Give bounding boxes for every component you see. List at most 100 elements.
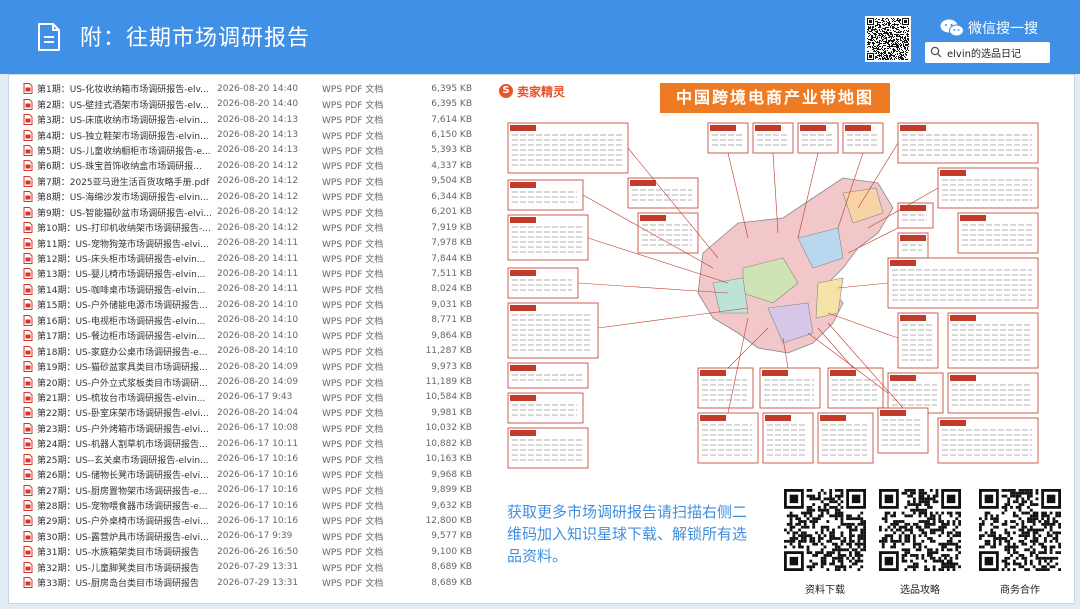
- file-row[interactable]: 第10期：US-打印机收纳架市场调研报告-... 2026-08-20 14:12…: [23, 220, 473, 235]
- file-row[interactable]: 第32期：US-儿童脚凳类目市场调研报告 2026-07-29 13:31 WPS …: [23, 560, 473, 575]
- file-name: 第18期：US-家庭办公桌市场调研报告-e...: [37, 347, 208, 358]
- file-name: 第29期：US-户外桌椅市场调研报告-elvi...: [37, 517, 209, 528]
- pdf-file-icon: [23, 515, 33, 527]
- pdf-file-icon: [23, 330, 33, 342]
- pdf-file-icon: [23, 469, 33, 481]
- file-row[interactable]: 第22期：US-卧室床架市场调研报告-elvi... 2026-08-20 14:…: [23, 405, 473, 420]
- file-type: WPS PDF 文档: [322, 579, 384, 590]
- qr-caption-download: 资料下载: [805, 585, 845, 596]
- file-row[interactable]: 第21期：US-梳妆台市场调研报告-elvin... 2026-06-17 9:4…: [23, 390, 473, 405]
- file-row[interactable]: 第7期：2025亚马逊生活百货攻略手册.pdf 2026-08-20 14:12 W…: [23, 174, 473, 189]
- file-date: 2026-08-20 14:09: [217, 377, 299, 388]
- file-date: 2026-08-20 14:10: [217, 346, 299, 357]
- file-size: 8,771 KB: [431, 315, 472, 326]
- file-row[interactable]: 第13期：US-婴儿椅市场调研报告-elvin... 2026-08-20 14:…: [23, 266, 473, 281]
- pdf-file-icon: [23, 114, 33, 126]
- file-size: 8,024 KB: [431, 284, 472, 295]
- file-row[interactable]: 第1期：US-化妆收纳箱市场调研报告-elv... 2026-08-20 14:4…: [23, 81, 473, 96]
- file-row[interactable]: 第9期：US-智能猫砂盆市场调研报告-elvi... 2026-08-20 14:…: [23, 205, 473, 220]
- file-size: 9,968 KB: [431, 469, 472, 480]
- pdf-file-icon: [23, 577, 33, 589]
- pdf-file-icon: [23, 222, 33, 234]
- file-name: 第6期：US-珠宝首饰收纳盒市场调研报...: [37, 162, 202, 173]
- file-row[interactable]: 第3期：US-床底收纳市场调研报告-elvin... 2026-08-20 14:…: [23, 112, 473, 127]
- pdf-file-icon: [23, 299, 33, 311]
- file-row[interactable]: 第5期：US-儿童收纳橱柜市场调研报告-e... 2026-08-20 14:13…: [23, 143, 473, 158]
- file-type: WPS PDF 文档: [322, 285, 384, 296]
- wechat-search-box[interactable]: elvin的选品日记: [925, 42, 1050, 63]
- file-type: WPS PDF 文档: [322, 424, 384, 435]
- file-row[interactable]: 第17期：US-餐边柜市场调研报告-elvin... 2026-08-20 14:…: [23, 328, 473, 343]
- search-query: elvin的选品日记: [947, 49, 1021, 60]
- file-size: 8,689 KB: [431, 577, 472, 588]
- file-type: WPS PDF 文档: [322, 363, 384, 374]
- pdf-file-icon: [23, 129, 33, 141]
- qr-code-guide[interactable]: [879, 489, 961, 571]
- file-row[interactable]: 第31期：US-水族箱架类目市场调研报告 2026-06-26 16:50 WPS …: [23, 544, 473, 559]
- pdf-file-icon: [23, 98, 33, 110]
- file-row[interactable]: 第24期：US-机器人割草机市场调研报告... 2026-06-17 10:11 W…: [23, 436, 473, 451]
- file-date: 2026-07-29 13:31: [217, 562, 299, 573]
- qr-code-download[interactable]: [784, 489, 866, 571]
- file-type: WPS PDF 文档: [322, 239, 384, 250]
- file-row[interactable]: 第15期：US-户外储能电源市场调研报告... 2026-08-20 14:10 W…: [23, 297, 473, 312]
- file-row[interactable]: 第4期：US-独立鞋架市场调研报告-elvin... 2026-08-20 14:…: [23, 127, 473, 142]
- file-name: 第5期：US-儿童收纳橱柜市场调研报告-e...: [37, 146, 211, 157]
- file-row[interactable]: 第19期：US-猫砂盆家具类目市场调研报... 2026-08-20 14:09 W…: [23, 359, 473, 374]
- file-row[interactable]: 第26期：US-储物长凳市场调研报告-elvi... 2026-06-17 10:…: [23, 467, 473, 482]
- file-row[interactable]: 第16期：US-电视柜市场调研报告-elvin... 2026-08-20 14:…: [23, 313, 473, 328]
- file-type: WPS PDF 文档: [322, 208, 384, 219]
- pdf-file-icon: [23, 206, 33, 218]
- file-size: 6,150 KB: [431, 130, 472, 141]
- file-row[interactable]: 第6期：US-珠宝首饰收纳盒市场调研报... 2026-08-20 14:12 WP…: [23, 158, 473, 173]
- file-type: WPS PDF 文档: [322, 393, 384, 404]
- file-type: WPS PDF 文档: [322, 85, 384, 96]
- file-name: 第24期：US-机器人割草机市场调研报告...: [37, 440, 208, 451]
- map-title: 中国跨境电商产业带地图: [660, 83, 890, 113]
- pdf-file-icon: [23, 268, 33, 280]
- file-row[interactable]: 第33期：US-厨房岛台类目市场调研报告 2026-07-29 13:31 WPS …: [23, 575, 473, 590]
- file-type: WPS PDF 文档: [322, 162, 384, 173]
- qr-caption-guide: 选品攻略: [900, 585, 940, 596]
- file-name: 第15期：US-户外储能电源市场调研报告...: [37, 301, 208, 312]
- pdf-file-icon: [23, 160, 33, 172]
- file-name: 第22期：US-卧室床架市场调研报告-elvi...: [37, 409, 209, 420]
- qr-code-business[interactable]: [979, 489, 1061, 571]
- file-row[interactable]: 第14期：US-咖啡桌市场调研报告-elvin... 2026-08-20 14:…: [23, 282, 473, 297]
- file-size: 9,632 KB: [431, 500, 472, 511]
- header-qr-code[interactable]: [865, 16, 911, 62]
- brand-mark-icon: S: [499, 84, 513, 98]
- file-size: 9,981 KB: [431, 407, 472, 418]
- file-row[interactable]: 第23期：US-户外烤箱市场调研报告-elvi... 2026-06-17 10:…: [23, 421, 473, 436]
- file-date: 2026-06-17 10:16: [217, 500, 299, 511]
- file-type: WPS PDF 文档: [322, 532, 384, 543]
- file-row[interactable]: 第8期：US-海绵沙发市场调研报告-elvin... 2026-08-20 14:…: [23, 189, 473, 204]
- file-name: 第20期：US-户外立式浆板类目市场调研...: [37, 378, 208, 389]
- file-size: 9,973 KB: [431, 361, 472, 372]
- file-row[interactable]: 第28期：US-宠物喂食器市场调研报告-e... 2026-06-17 10:16…: [23, 498, 473, 513]
- file-row[interactable]: 第25期：US--玄关桌市场调研报告-elvin... 2026-06-17 10…: [23, 452, 473, 467]
- file-size: 5,393 KB: [431, 145, 472, 156]
- file-list: 第1期：US-化妆收纳箱市场调研报告-elv... 2026-08-20 14:4…: [23, 81, 473, 590]
- file-type: WPS PDF 文档: [322, 146, 384, 157]
- pdf-file-icon: [23, 422, 33, 434]
- file-name: 第1期：US-化妆收纳箱市场调研报告-elv...: [37, 85, 209, 96]
- file-row[interactable]: 第30期：US-露营炉具市场调研报告-elvi... 2026-06-17 9:3…: [23, 529, 473, 544]
- file-size: 7,978 KB: [431, 238, 472, 249]
- pdf-file-icon: [23, 175, 33, 187]
- file-type: WPS PDF 文档: [322, 131, 384, 142]
- file-row[interactable]: 第12期：US-床头柜市场调研报告-elvin... 2026-08-20 14:…: [23, 251, 473, 266]
- file-name: 第16期：US-电视柜市场调研报告-elvin...: [37, 316, 206, 327]
- file-row[interactable]: 第20期：US-户外立式浆板类目市场调研... 2026-08-20 14:09 W…: [23, 374, 473, 389]
- file-type: WPS PDF 文档: [322, 270, 384, 281]
- file-name: 第13期：US-婴儿椅市场调研报告-elvin...: [37, 270, 206, 281]
- file-row[interactable]: 第2期：US-壁挂式酒架市场调研报告-elv... 2026-08-20 14:4…: [23, 96, 473, 111]
- file-size: 8,689 KB: [431, 562, 472, 573]
- file-row[interactable]: 第18期：US-家庭办公桌市场调研报告-e... 2026-08-20 14:10…: [23, 343, 473, 358]
- file-size: 11,189 KB: [425, 377, 472, 388]
- file-row[interactable]: 第27期：US-厨房置物架市场调研报告-e... 2026-06-17 10:16…: [23, 482, 473, 497]
- file-size: 6,201 KB: [431, 207, 472, 218]
- file-name: 第31期：US-水族箱架类目市场调研报告: [37, 548, 200, 559]
- file-row[interactable]: 第29期：US-户外桌椅市场调研报告-elvi... 2026-06-17 10:…: [23, 513, 473, 528]
- file-row[interactable]: 第11期：US-宠物狗笼市场调研报告-elvi... 2026-08-20 14:…: [23, 235, 473, 250]
